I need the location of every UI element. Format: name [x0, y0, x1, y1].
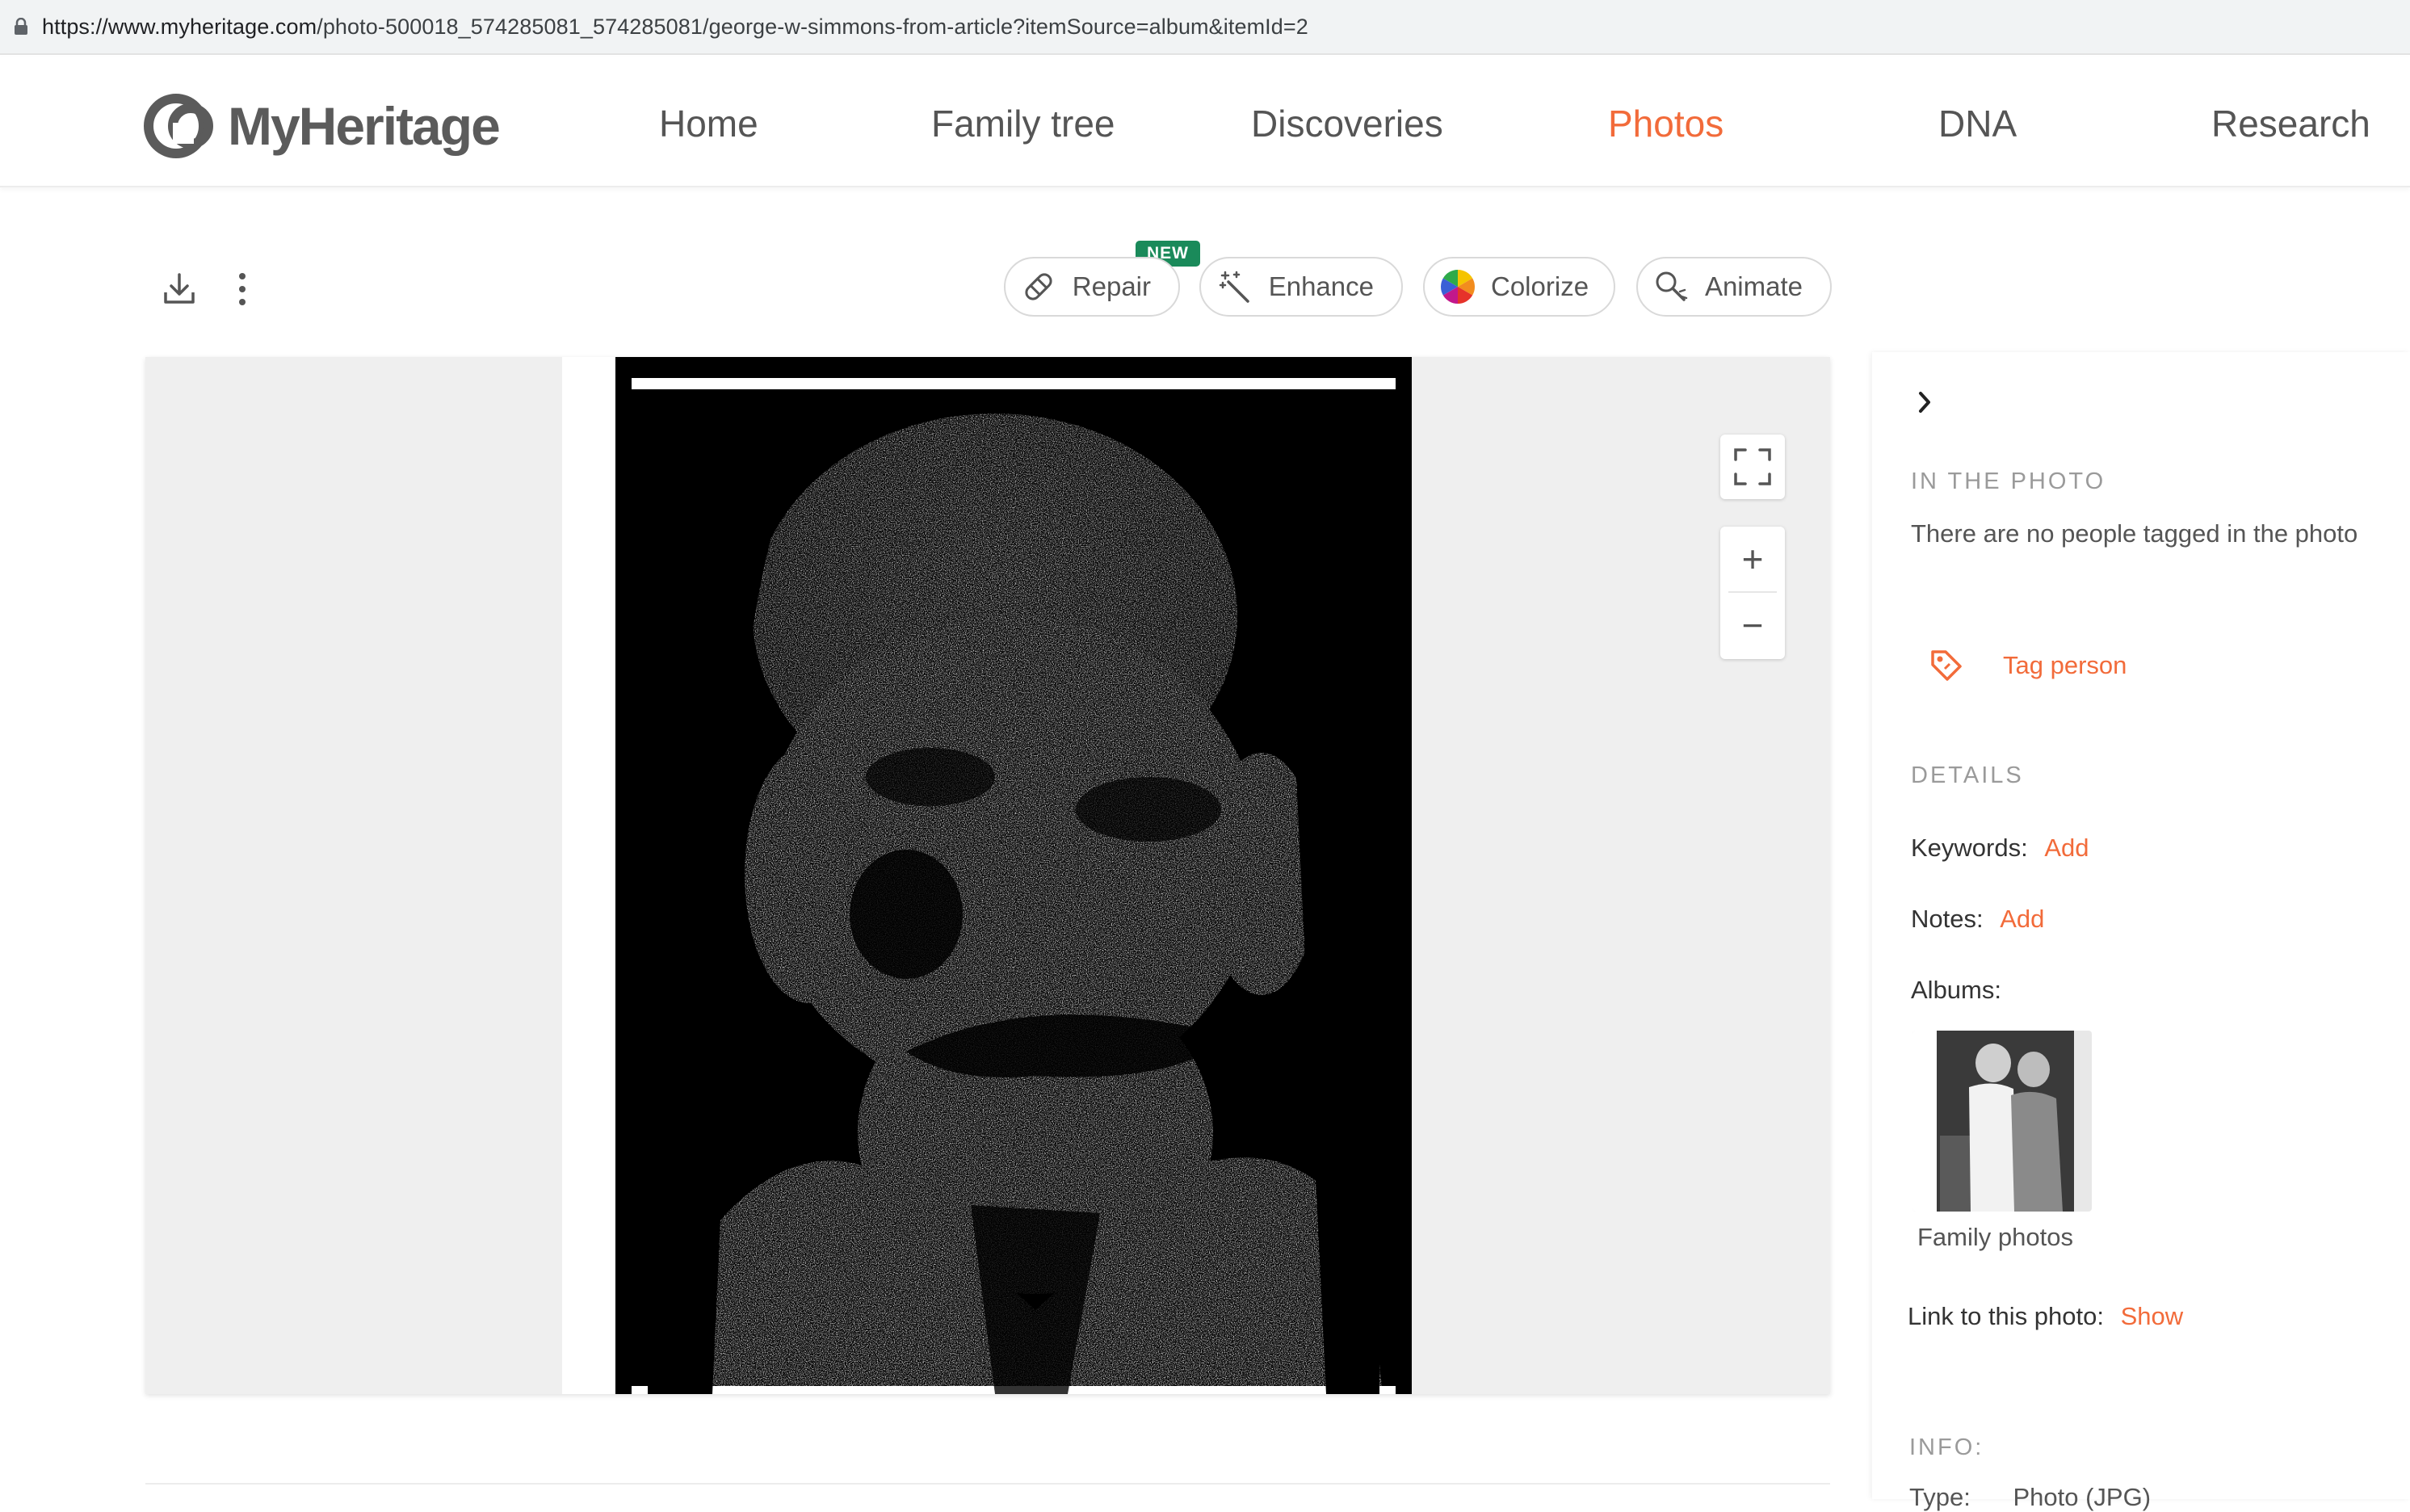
colorize-button[interactable]: Colorize [1423, 257, 1615, 317]
notes-label: Notes: [1911, 905, 1984, 933]
zoom-controls: + − [1720, 527, 1785, 659]
logo-mark-icon [144, 94, 213, 158]
enhance-button[interactable]: Enhance [1199, 257, 1403, 317]
magic-wand-icon [1215, 267, 1254, 307]
type-row: Type: Photo (JPG) [1909, 1483, 2151, 1512]
nav-discoveries[interactable]: Discoveries [1251, 102, 1443, 145]
newspaper-portrait-photo [615, 357, 1412, 1394]
tag-icon [1929, 648, 1964, 683]
keywords-add-link[interactable]: Add [2044, 834, 2089, 862]
url-path: /photo-500018_574285081_574285081/george… [317, 14, 1308, 39]
photo-details-panel: IN THE PHOTO There are no people tagged … [1872, 352, 2410, 1511]
repair-label: Repair [1072, 271, 1151, 301]
more-vertical-icon[interactable] [226, 263, 258, 315]
enhance-label: Enhance [1268, 271, 1374, 301]
download-icon[interactable] [153, 263, 205, 315]
type-value: Photo (JPG) [2013, 1483, 2152, 1511]
color-wheel-icon [1439, 267, 1476, 307]
photo-viewer[interactable]: + − [145, 357, 1830, 1394]
url-host: https://www.myheritage.com [42, 14, 317, 39]
notes-add-link[interactable]: Add [2000, 905, 2044, 933]
no-people-text: There are no people tagged in the photo [1911, 519, 2358, 548]
album-thumbnail[interactable] [1912, 1031, 2092, 1212]
logo-text: MyHeritage [228, 96, 501, 156]
nav-research[interactable]: Research [2211, 102, 2370, 145]
tag-person-label: Tag person [2003, 651, 2127, 679]
colorize-label: Colorize [1491, 271, 1589, 301]
link-row: Link to this photo: Show [1908, 1302, 2183, 1331]
address-bar[interactable]: https://www.myheritage.com/photo-500018_… [0, 0, 2410, 55]
keywords-label: Keywords: [1911, 834, 2028, 862]
url-text[interactable]: https://www.myheritage.com/photo-500018_… [42, 15, 1308, 40]
nav-home[interactable]: Home [659, 102, 758, 145]
keywords-row: Keywords: Add [1911, 834, 2089, 863]
bandage-icon [1020, 267, 1058, 307]
collapse-panel-chevron-icon[interactable] [1911, 386, 1938, 418]
zoom-in-button[interactable]: + [1720, 527, 1785, 591]
albums-label: Albums: [1911, 976, 2001, 1004]
animate-face-icon [1652, 267, 1690, 307]
photo-frame [562, 357, 1412, 1394]
repair-button[interactable]: Repair [1004, 257, 1180, 317]
link-show-button[interactable]: Show [2121, 1302, 2184, 1330]
lock-icon [5, 10, 37, 43]
nav-dna[interactable]: DNA [1938, 102, 2017, 145]
info-heading: INFO: [1909, 1434, 1984, 1460]
details-heading: DETAILS [1911, 762, 2024, 788]
in-photo-heading: IN THE PHOTO [1911, 468, 2106, 494]
top-navigation: MyHeritage Home Family tree Discoveries … [0, 57, 2410, 187]
nav-photos[interactable]: Photos [1608, 102, 1724, 145]
album-name[interactable]: Family photos [1917, 1223, 2073, 1252]
nav-family-tree[interactable]: Family tree [931, 102, 1115, 145]
notes-row: Notes: Add [1911, 905, 2044, 934]
link-label: Link to this photo: [1908, 1302, 2104, 1330]
fullscreen-icon [1734, 448, 1771, 485]
myheritage-logo[interactable]: MyHeritage [144, 94, 501, 158]
fullscreen-button[interactable] [1720, 435, 1785, 499]
animate-label: Animate [1704, 271, 1803, 301]
type-label: Type: [1909, 1483, 1971, 1511]
tag-person-link[interactable]: Tag person [1929, 648, 2127, 683]
content-divider [145, 1483, 1830, 1499]
animate-button[interactable]: Animate [1636, 257, 1832, 317]
zoom-out-button[interactable]: − [1720, 593, 1785, 657]
